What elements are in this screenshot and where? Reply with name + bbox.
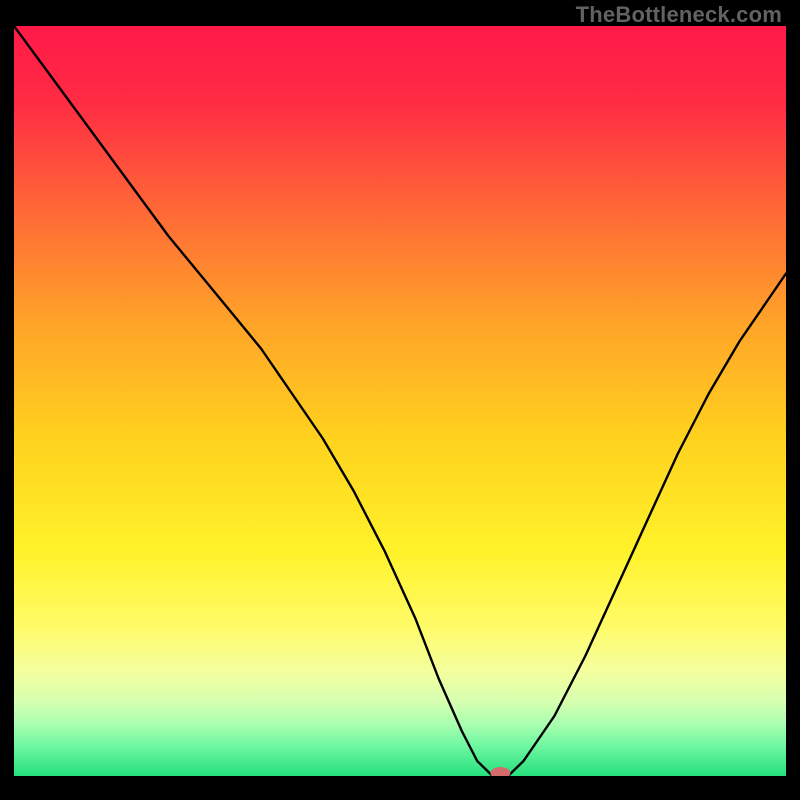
chart-frame: TheBottleneck.com	[0, 0, 800, 800]
bottleneck-chart	[0, 0, 800, 800]
plot-heatmap	[14, 26, 786, 776]
optimal-point-marker	[490, 767, 510, 779]
watermark-text: TheBottleneck.com	[576, 2, 782, 28]
